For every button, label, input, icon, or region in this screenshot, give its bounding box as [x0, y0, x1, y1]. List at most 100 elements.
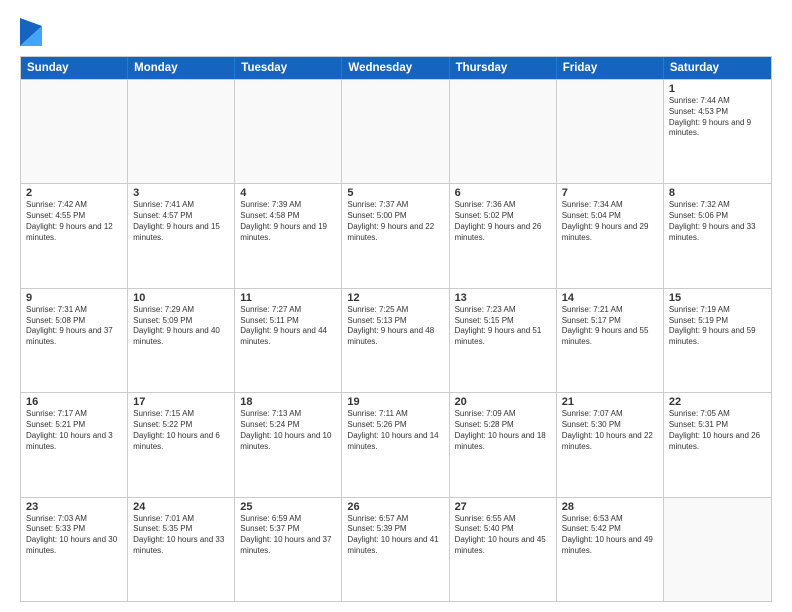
- calendar-body: 1Sunrise: 7:44 AMSunset: 4:53 PMDaylight…: [21, 79, 771, 601]
- header-day-wednesday: Wednesday: [342, 57, 449, 79]
- cell-info: Sunrise: 7:03 AMSunset: 5:33 PMDaylight:…: [26, 514, 122, 557]
- cal-cell: 27Sunrise: 6:55 AMSunset: 5:40 PMDayligh…: [450, 498, 557, 601]
- cal-cell: [128, 80, 235, 183]
- cal-cell: 19Sunrise: 7:11 AMSunset: 5:26 PMDayligh…: [342, 393, 449, 496]
- cell-day-number: 4: [240, 187, 336, 199]
- header-day-saturday: Saturday: [664, 57, 771, 79]
- cell-info: Sunrise: 7:15 AMSunset: 5:22 PMDaylight:…: [133, 409, 229, 452]
- cell-info: Sunrise: 7:32 AMSunset: 5:06 PMDaylight:…: [669, 200, 766, 243]
- cal-cell: [450, 80, 557, 183]
- cal-cell: 26Sunrise: 6:57 AMSunset: 5:39 PMDayligh…: [342, 498, 449, 601]
- cell-day-number: 15: [669, 292, 766, 304]
- cal-cell: 22Sunrise: 7:05 AMSunset: 5:31 PMDayligh…: [664, 393, 771, 496]
- cal-cell: 24Sunrise: 7:01 AMSunset: 5:35 PMDayligh…: [128, 498, 235, 601]
- cell-info: Sunrise: 7:05 AMSunset: 5:31 PMDaylight:…: [669, 409, 766, 452]
- cell-info: Sunrise: 7:36 AMSunset: 5:02 PMDaylight:…: [455, 200, 551, 243]
- cal-cell: 12Sunrise: 7:25 AMSunset: 5:13 PMDayligh…: [342, 289, 449, 392]
- cell-day-number: 14: [562, 292, 658, 304]
- cal-cell: [342, 80, 449, 183]
- cell-info: Sunrise: 7:21 AMSunset: 5:17 PMDaylight:…: [562, 305, 658, 348]
- page: SundayMondayTuesdayWednesdayThursdayFrid…: [0, 0, 792, 612]
- cell-info: Sunrise: 6:53 AMSunset: 5:42 PMDaylight:…: [562, 514, 658, 557]
- cell-day-number: 22: [669, 396, 766, 408]
- cell-day-number: 16: [26, 396, 122, 408]
- cell-day-number: 2: [26, 187, 122, 199]
- week-row-4: 23Sunrise: 7:03 AMSunset: 5:33 PMDayligh…: [21, 497, 771, 601]
- cal-cell: 9Sunrise: 7:31 AMSunset: 5:08 PMDaylight…: [21, 289, 128, 392]
- cell-info: Sunrise: 7:27 AMSunset: 5:11 PMDaylight:…: [240, 305, 336, 348]
- cal-cell: 6Sunrise: 7:36 AMSunset: 5:02 PMDaylight…: [450, 184, 557, 287]
- header-day-thursday: Thursday: [450, 57, 557, 79]
- cal-cell: 8Sunrise: 7:32 AMSunset: 5:06 PMDaylight…: [664, 184, 771, 287]
- cell-day-number: 3: [133, 187, 229, 199]
- cell-day-number: 8: [669, 187, 766, 199]
- cell-info: Sunrise: 7:13 AMSunset: 5:24 PMDaylight:…: [240, 409, 336, 452]
- logo-icon: [20, 18, 42, 46]
- calendar-header: SundayMondayTuesdayWednesdayThursdayFrid…: [21, 57, 771, 79]
- header-day-sunday: Sunday: [21, 57, 128, 79]
- cal-cell: 15Sunrise: 7:19 AMSunset: 5:19 PMDayligh…: [664, 289, 771, 392]
- cell-info: Sunrise: 7:41 AMSunset: 4:57 PMDaylight:…: [133, 200, 229, 243]
- cal-cell: 18Sunrise: 7:13 AMSunset: 5:24 PMDayligh…: [235, 393, 342, 496]
- cell-info: Sunrise: 7:23 AMSunset: 5:15 PMDaylight:…: [455, 305, 551, 348]
- cal-cell: [557, 80, 664, 183]
- cell-info: Sunrise: 7:11 AMSunset: 5:26 PMDaylight:…: [347, 409, 443, 452]
- cal-cell: 2Sunrise: 7:42 AMSunset: 4:55 PMDaylight…: [21, 184, 128, 287]
- cell-info: Sunrise: 7:01 AMSunset: 5:35 PMDaylight:…: [133, 514, 229, 557]
- cell-day-number: 7: [562, 187, 658, 199]
- cal-cell: 21Sunrise: 7:07 AMSunset: 5:30 PMDayligh…: [557, 393, 664, 496]
- cal-cell: 17Sunrise: 7:15 AMSunset: 5:22 PMDayligh…: [128, 393, 235, 496]
- cell-info: Sunrise: 7:34 AMSunset: 5:04 PMDaylight:…: [562, 200, 658, 243]
- week-row-0: 1Sunrise: 7:44 AMSunset: 4:53 PMDaylight…: [21, 79, 771, 183]
- cal-cell: 3Sunrise: 7:41 AMSunset: 4:57 PMDaylight…: [128, 184, 235, 287]
- cal-cell: 28Sunrise: 6:53 AMSunset: 5:42 PMDayligh…: [557, 498, 664, 601]
- header: [20, 18, 772, 46]
- cal-cell: 14Sunrise: 7:21 AMSunset: 5:17 PMDayligh…: [557, 289, 664, 392]
- cal-cell: [21, 80, 128, 183]
- cal-cell: 16Sunrise: 7:17 AMSunset: 5:21 PMDayligh…: [21, 393, 128, 496]
- cell-info: Sunrise: 7:19 AMSunset: 5:19 PMDaylight:…: [669, 305, 766, 348]
- cell-day-number: 21: [562, 396, 658, 408]
- cell-day-number: 11: [240, 292, 336, 304]
- cal-cell: 7Sunrise: 7:34 AMSunset: 5:04 PMDaylight…: [557, 184, 664, 287]
- cell-day-number: 13: [455, 292, 551, 304]
- cell-day-number: 23: [26, 501, 122, 513]
- cell-info: Sunrise: 6:55 AMSunset: 5:40 PMDaylight:…: [455, 514, 551, 557]
- cell-day-number: 10: [133, 292, 229, 304]
- calendar: SundayMondayTuesdayWednesdayThursdayFrid…: [20, 56, 772, 602]
- cell-info: Sunrise: 7:09 AMSunset: 5:28 PMDaylight:…: [455, 409, 551, 452]
- cal-cell: 5Sunrise: 7:37 AMSunset: 5:00 PMDaylight…: [342, 184, 449, 287]
- cal-cell: 23Sunrise: 7:03 AMSunset: 5:33 PMDayligh…: [21, 498, 128, 601]
- cell-day-number: 9: [26, 292, 122, 304]
- cell-day-number: 1: [669, 83, 766, 95]
- cell-info: Sunrise: 7:17 AMSunset: 5:21 PMDaylight:…: [26, 409, 122, 452]
- logo: [20, 18, 46, 46]
- cell-info: Sunrise: 6:57 AMSunset: 5:39 PMDaylight:…: [347, 514, 443, 557]
- cal-cell: 11Sunrise: 7:27 AMSunset: 5:11 PMDayligh…: [235, 289, 342, 392]
- week-row-2: 9Sunrise: 7:31 AMSunset: 5:08 PMDaylight…: [21, 288, 771, 392]
- cell-info: Sunrise: 7:31 AMSunset: 5:08 PMDaylight:…: [26, 305, 122, 348]
- cell-day-number: 18: [240, 396, 336, 408]
- cell-info: Sunrise: 7:07 AMSunset: 5:30 PMDaylight:…: [562, 409, 658, 452]
- cell-day-number: 27: [455, 501, 551, 513]
- cal-cell: 20Sunrise: 7:09 AMSunset: 5:28 PMDayligh…: [450, 393, 557, 496]
- week-row-1: 2Sunrise: 7:42 AMSunset: 4:55 PMDaylight…: [21, 183, 771, 287]
- cell-info: Sunrise: 7:37 AMSunset: 5:00 PMDaylight:…: [347, 200, 443, 243]
- cell-day-number: 25: [240, 501, 336, 513]
- cell-day-number: 26: [347, 501, 443, 513]
- cell-day-number: 24: [133, 501, 229, 513]
- header-day-monday: Monday: [128, 57, 235, 79]
- cal-cell: 1Sunrise: 7:44 AMSunset: 4:53 PMDaylight…: [664, 80, 771, 183]
- cal-cell: 13Sunrise: 7:23 AMSunset: 5:15 PMDayligh…: [450, 289, 557, 392]
- cal-cell: 4Sunrise: 7:39 AMSunset: 4:58 PMDaylight…: [235, 184, 342, 287]
- cell-info: Sunrise: 7:39 AMSunset: 4:58 PMDaylight:…: [240, 200, 336, 243]
- cell-info: Sunrise: 7:42 AMSunset: 4:55 PMDaylight:…: [26, 200, 122, 243]
- cell-day-number: 12: [347, 292, 443, 304]
- cal-cell: 25Sunrise: 6:59 AMSunset: 5:37 PMDayligh…: [235, 498, 342, 601]
- cell-day-number: 5: [347, 187, 443, 199]
- header-day-tuesday: Tuesday: [235, 57, 342, 79]
- cell-day-number: 28: [562, 501, 658, 513]
- cell-day-number: 17: [133, 396, 229, 408]
- cal-cell: 10Sunrise: 7:29 AMSunset: 5:09 PMDayligh…: [128, 289, 235, 392]
- week-row-3: 16Sunrise: 7:17 AMSunset: 5:21 PMDayligh…: [21, 392, 771, 496]
